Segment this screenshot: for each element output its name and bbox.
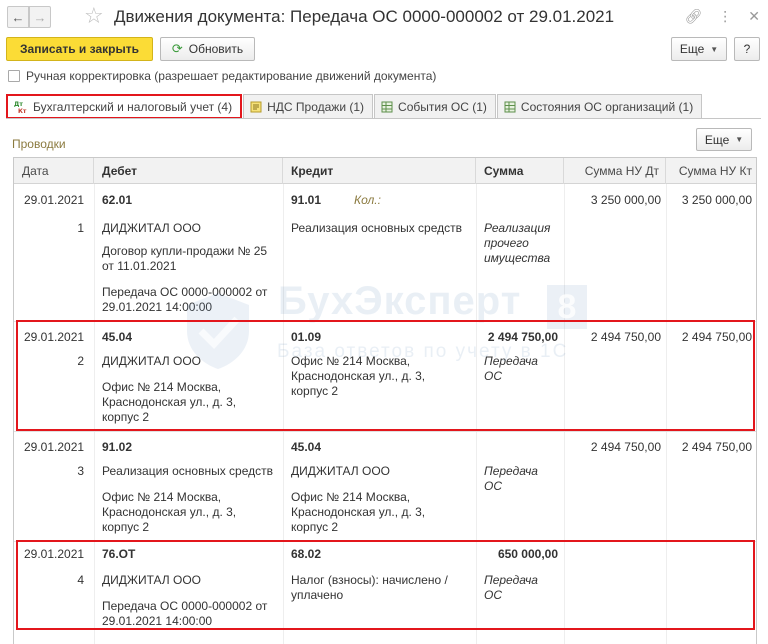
table-header: Дата Дебет Кредит Сумма Сумма НУ Дт Сумм… <box>14 158 756 184</box>
debit-subconto-2: Офис № 214 Москва, Краснодонская ул., д.… <box>102 490 237 534</box>
tab-bar: Дт Кт Бухгалтерский и налоговый учет (4) … <box>6 94 703 119</box>
table-icon <box>381 101 393 113</box>
row-date: 29.01.2021 <box>24 440 85 454</box>
svg-text:Дт: Дт <box>14 101 23 108</box>
tab-vat-sales[interactable]: НДС Продажи (1) <box>243 94 374 118</box>
grid-more-label: Еще <box>704 132 730 147</box>
debit-subconto-2: Передача ОС 0000-000002 от 29.01.2021 14… <box>102 599 268 628</box>
table-icon <box>504 101 516 113</box>
debit-subconto-2: Договор купли-продажи № 25 от 11.01.2021 <box>102 244 268 273</box>
menu-dots-icon[interactable]: ⋮ <box>718 8 732 25</box>
register-icon <box>250 101 262 113</box>
debit-account: 76.ОТ <box>102 547 136 561</box>
entry-amount: 650 000,00 <box>497 547 558 561</box>
table-row[interactable]: 29.01.2021 2 45.04 ДИДЖИТАЛ ООО Офис № 2… <box>14 322 756 431</box>
tab-accounting[interactable]: Дт Кт Бухгалтерский и налоговый учет (4) <box>6 94 243 119</box>
grid-more-button[interactable]: Еще ▼ <box>696 128 752 151</box>
tab-label: НДС Продажи (1) <box>267 99 365 114</box>
nu-kt-amount: 2 494 750,00 <box>681 440 752 454</box>
column-header-amount[interactable]: Сумма <box>476 158 564 184</box>
section-title: Проводки <box>12 137 66 151</box>
debit-account: 91.02 <box>102 440 133 454</box>
help-button[interactable]: ? <box>734 37 760 61</box>
row-date: 29.01.2021 <box>24 330 85 344</box>
entry-content: Передача ОС <box>484 464 538 493</box>
row-date: 29.01.2021 <box>24 193 85 207</box>
row-number: 4 <box>77 573 84 587</box>
table-row[interactable]: 29.01.2021 4 76.ОТ ДИДЖИТАЛ ООО Передача… <box>14 542 756 644</box>
window-title: Движения документа: Передача ОС 0000-000… <box>114 7 615 26</box>
close-icon[interactable]: ✕ <box>748 8 760 25</box>
column-header-date[interactable]: Дата <box>14 158 94 184</box>
nu-kt-amount: 2 494 750,00 <box>681 330 752 344</box>
credit-subconto-2: Офис № 214 Москва, Краснодонская ул., д.… <box>291 490 426 534</box>
save-and-close-label: Записать и закрыть <box>20 42 139 56</box>
title-bar: ← → ☆ Движения документа: Передача ОС 00… <box>0 0 768 34</box>
favorite-star-icon[interactable]: ☆ <box>84 3 104 29</box>
credit-subconto-1: Офис № 214 Москва, Краснодонская ул., д.… <box>291 354 426 398</box>
manual-correction-label: Ручная корректировка (разрешает редактир… <box>26 69 437 83</box>
entry-amount: 2 494 750,00 <box>487 330 558 344</box>
debit-subconto-1: ДИДЖИТАЛ ООО <box>102 221 201 235</box>
tab-label: События ОС (1) <box>398 99 487 114</box>
save-and-close-button[interactable]: Записать и закрыть <box>6 37 153 61</box>
table-row[interactable]: 29.01.2021 1 62.01 ДИДЖИТАЛ ООО Договор … <box>14 184 756 321</box>
nu-dt-amount: 2 494 750,00 <box>590 440 661 454</box>
tab-fa-events[interactable]: События ОС (1) <box>374 94 496 118</box>
credit-subconto-1: ДИДЖИТАЛ ООО <box>291 464 390 478</box>
entry-content: Реализация прочего имущества <box>484 221 551 265</box>
dt-kt-icon: Дт Кт <box>14 100 28 114</box>
manual-correction-row[interactable]: Ручная корректировка (разрешает редактир… <box>8 69 436 83</box>
column-header-nu-kt[interactable]: Сумма НУ Кт <box>666 158 756 184</box>
row-number: 2 <box>77 354 84 368</box>
credit-quantity-label: Кол.: <box>354 193 381 207</box>
debit-subconto-1: Реализация основных средств <box>102 464 274 478</box>
row-number: 1 <box>77 221 84 235</box>
debit-subconto-2: Офис № 214 Москва, Краснодонская ул., д.… <box>102 380 237 424</box>
row-number: 3 <box>77 464 84 478</box>
help-label: ? <box>743 42 751 56</box>
credit-account: 45.04 <box>291 440 322 454</box>
credit-account: 68.02 <box>291 547 322 561</box>
credit-account: 01.09 <box>291 330 322 344</box>
tab-divider <box>6 118 761 119</box>
nu-dt-amount: 3 250 000,00 <box>590 193 661 207</box>
refresh-label: Обновить <box>188 42 244 56</box>
chevron-down-icon: ▼ <box>710 44 719 54</box>
postings-table: Дата Дебет Кредит Сумма Сумма НУ Дт Сумм… <box>13 157 757 644</box>
forward-arrow-icon[interactable]: → <box>29 6 51 28</box>
nu-dt-amount: 2 494 750,00 <box>590 330 661 344</box>
table-row[interactable]: 29.01.2021 3 91.02 Реализация основных с… <box>14 432 756 541</box>
refresh-button[interactable]: ⟳ Обновить <box>160 37 255 61</box>
tab-fa-states[interactable]: Состояния ОС организаций (1) <box>496 94 703 118</box>
manual-correction-checkbox[interactable] <box>8 70 20 82</box>
debit-account: 45.04 <box>102 330 133 344</box>
column-header-debit[interactable]: Дебет <box>94 158 283 184</box>
credit-subconto-1: Налог (взносы): начислено / уплачено <box>291 573 448 602</box>
tab-label: Бухгалтерский и налоговый учет (4) <box>33 99 233 114</box>
chevron-down-icon: ▼ <box>735 135 744 144</box>
more-button[interactable]: Еще ▼ <box>671 37 727 61</box>
back-arrow-icon[interactable]: ← <box>7 6 29 28</box>
credit-subconto-1: Реализация основных средств <box>291 221 463 235</box>
entry-content: Передача ОС <box>484 354 538 383</box>
link-icon[interactable]: 🔗︎ <box>684 8 702 25</box>
more-label: Еще <box>679 42 705 56</box>
debit-subconto-3: Передача ОС 0000-000002 от 29.01.2021 14… <box>102 285 268 314</box>
debit-subconto-1: ДИДЖИТАЛ ООО <box>102 573 201 587</box>
credit-account: 91.01 <box>291 193 322 207</box>
entry-content: Передача ОС <box>484 573 538 602</box>
debit-subconto-1: ДИДЖИТАЛ ООО <box>102 354 201 368</box>
row-date: 29.01.2021 <box>24 547 85 561</box>
refresh-icon: ⟳ <box>171 41 183 56</box>
column-header-credit[interactable]: Кредит <box>283 158 476 184</box>
column-header-nu-dt[interactable]: Сумма НУ Дт <box>564 158 666 184</box>
svg-text:Кт: Кт <box>18 108 27 114</box>
tab-label: Состояния ОС организаций (1) <box>520 99 694 114</box>
nu-kt-amount: 3 250 000,00 <box>681 193 752 207</box>
debit-account: 62.01 <box>102 193 133 207</box>
